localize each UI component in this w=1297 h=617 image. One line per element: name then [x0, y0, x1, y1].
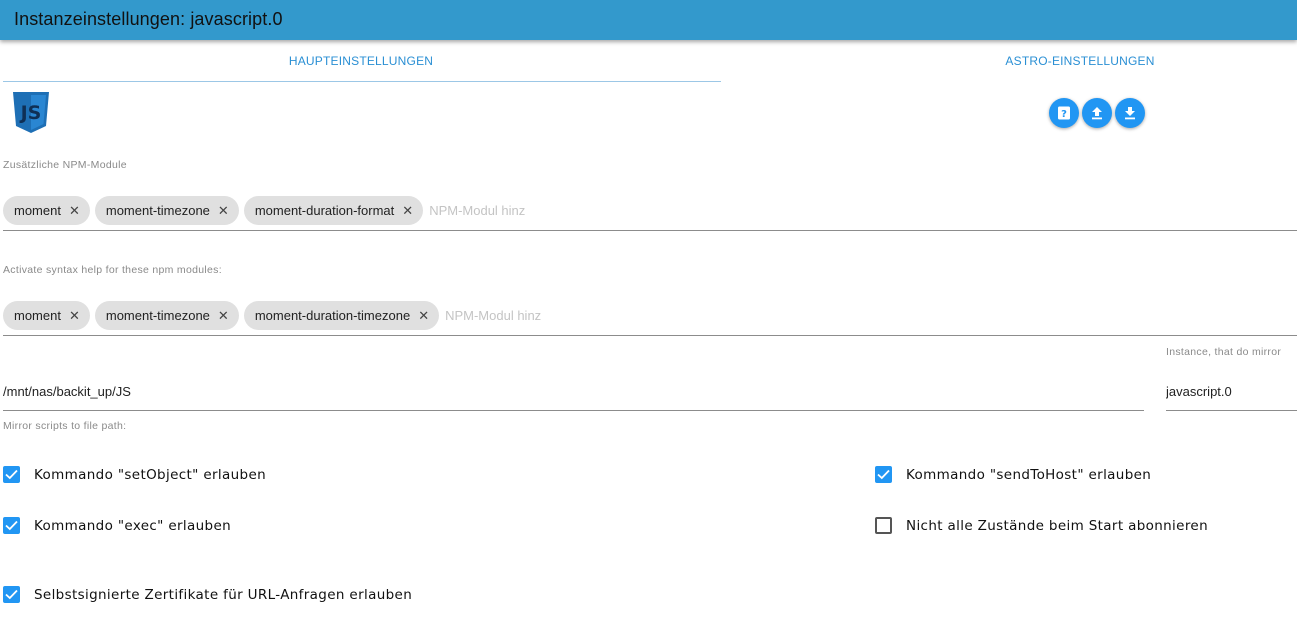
- npm-chip[interactable]: moment-duration-format ✕: [243, 195, 424, 225]
- npm-module-add-input[interactable]: [429, 202, 590, 218]
- chip-label: moment-duration-timezone: [254, 307, 411, 323]
- syntax-chip[interactable]: moment ✕: [3, 300, 90, 330]
- download-icon: [1125, 107, 1135, 120]
- tab-astro-settings[interactable]: ASTRO-EINSTELLUNGEN: [722, 54, 1297, 74]
- selfsigned-label: Selbstsignierte Zertifikate für URL-Anfr…: [34, 586, 413, 603]
- help-button[interactable]: ?: [1049, 98, 1079, 128]
- exec-checkbox[interactable]: [3, 517, 20, 534]
- mirror-path-label: Mirror scripts to file path:: [3, 420, 127, 432]
- setobject-checkbox-row[interactable]: Kommando "setObject" erlauben: [3, 466, 266, 483]
- instance-select[interactable]: [1166, 381, 1297, 401]
- syntax-chip[interactable]: moment-timezone ✕: [94, 300, 239, 330]
- sendtohost-label: Kommando "sendToHost" erlauben: [906, 466, 1152, 483]
- chip-label: moment: [14, 202, 61, 218]
- setobject-checkbox[interactable]: [3, 466, 20, 483]
- chip-label: moment-timezone: [105, 202, 210, 218]
- upload-icon: [1092, 107, 1102, 120]
- sendtohost-checkbox[interactable]: [875, 466, 892, 483]
- syntax-module-add-input[interactable]: [445, 307, 606, 323]
- chip-remove-icon[interactable]: ✕: [218, 309, 229, 322]
- instance-underline: [1166, 410, 1297, 411]
- title-bar: Instanzeinstellungen: javascript.0: [0, 0, 1297, 40]
- npm-chip[interactable]: moment-timezone ✕: [94, 195, 239, 225]
- subscribe-states-label: Nicht alle Zustände beim Start abonniere…: [906, 517, 1208, 534]
- window-title: Instanzeinstellungen: javascript.0: [14, 9, 283, 29]
- setobject-label: Kommando "setObject" erlauben: [34, 466, 267, 483]
- logo-text: JS: [19, 102, 42, 124]
- checkmark-icon: [877, 469, 890, 480]
- chip-remove-icon[interactable]: ✕: [69, 204, 80, 217]
- npm-modules-label: Zusätzliche NPM-Module: [3, 159, 127, 171]
- syntax-help-chips: moment ✕ moment-timezone ✕ moment-durati…: [3, 300, 606, 330]
- upload-button[interactable]: [1082, 98, 1112, 128]
- syntax-help-label: Activate syntax help for these npm modul…: [3, 264, 222, 276]
- syntax-help-underline: [3, 335, 1297, 336]
- syntax-chip[interactable]: moment-duration-timezone ✕: [243, 300, 440, 330]
- download-button[interactable]: [1115, 98, 1145, 128]
- checkmark-icon: [5, 520, 18, 531]
- chip-remove-icon[interactable]: ✕: [402, 204, 413, 217]
- subscribe-states-checkbox-row[interactable]: Nicht alle Zustände beim Start abonniere…: [875, 517, 1208, 534]
- chip-remove-icon[interactable]: ✕: [69, 309, 80, 322]
- checkmark-icon: [5, 589, 18, 600]
- checkmark-icon: [5, 469, 18, 480]
- instance-label: Instance, that do mirror: [1166, 346, 1282, 358]
- chip-remove-icon[interactable]: ✕: [418, 309, 429, 322]
- mirror-path-input[interactable]: [3, 381, 1141, 401]
- tab-main-settings[interactable]: HAUPTEINSTELLUNGEN: [0, 54, 722, 74]
- chip-remove-icon[interactable]: ✕: [218, 204, 229, 217]
- selfsigned-checkbox[interactable]: [3, 586, 20, 603]
- chip-label: moment-timezone: [105, 307, 210, 323]
- active-tab-indicator: [3, 81, 721, 82]
- chip-label: moment-duration-format: [254, 202, 395, 218]
- chip-label: moment: [14, 307, 61, 323]
- subscribe-states-checkbox[interactable]: [875, 517, 892, 534]
- sendtohost-checkbox-row[interactable]: Kommando "sendToHost" erlauben: [875, 466, 1151, 483]
- svg-text:?: ?: [1061, 109, 1067, 120]
- mirror-path-underline: [3, 410, 1144, 411]
- selfsigned-checkbox-row[interactable]: Selbstsignierte Zertifikate für URL-Anfr…: [3, 586, 412, 603]
- exec-label: Kommando "exec" erlauben: [34, 517, 232, 534]
- npm-chip[interactable]: moment ✕: [3, 195, 90, 225]
- javascript-logo: JS: [13, 92, 49, 133]
- npm-modules-underline: [3, 230, 1297, 231]
- npm-modules-chips: moment ✕ moment-timezone ✕ moment-durati…: [3, 195, 590, 225]
- exec-checkbox-row[interactable]: Kommando "exec" erlauben: [3, 517, 231, 534]
- help-icon: ?: [1058, 106, 1070, 120]
